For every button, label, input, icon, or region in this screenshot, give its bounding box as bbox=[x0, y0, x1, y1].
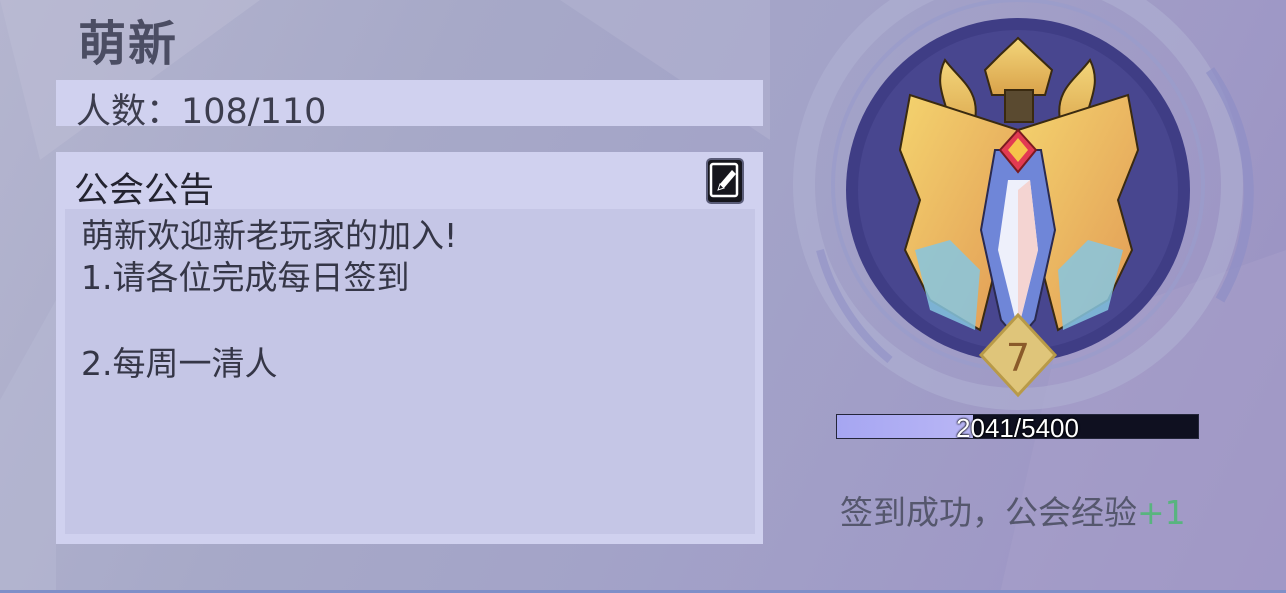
notice-line: 1.请各位完成每日签到 bbox=[81, 258, 410, 297]
member-count-label: 人数：108/110 bbox=[76, 92, 327, 132]
notice-title: 公会公告 bbox=[74, 171, 215, 211]
notice-line: 2.每周一清人 bbox=[81, 344, 278, 383]
guild-notice-panel: 公会公告 萌新欢迎新老玩家的加入! 1.请各位完成每日签到 2.每周一清人 bbox=[56, 152, 763, 544]
edit-notice-button[interactable] bbox=[706, 158, 744, 204]
guild-level-text: 7 bbox=[1006, 336, 1030, 380]
member-count-bar: 人数：108/110 bbox=[56, 80, 763, 132]
guild-name: 萌新 bbox=[78, 16, 179, 72]
notice-line: 萌新欢迎新老玩家的加入! bbox=[81, 216, 458, 255]
pencil-edit-icon bbox=[709, 162, 739, 198]
signin-bonus-text: +1 bbox=[1137, 493, 1186, 532]
signin-result-message: 签到成功，公会经验+1 bbox=[840, 486, 1186, 534]
guild-exp-label: 2041/5400 bbox=[956, 413, 1079, 443]
signin-message-text: 签到成功，公会经验 bbox=[840, 493, 1137, 532]
winged-crown-emblem-icon: 7 bbox=[793, 0, 1254, 410]
notice-content[interactable]: 萌新欢迎新老玩家的加入! 1.请各位完成每日签到 2.每周一清人 bbox=[65, 209, 755, 534]
guild-exp-progress-bar: 2041/5400 bbox=[836, 413, 1199, 443]
